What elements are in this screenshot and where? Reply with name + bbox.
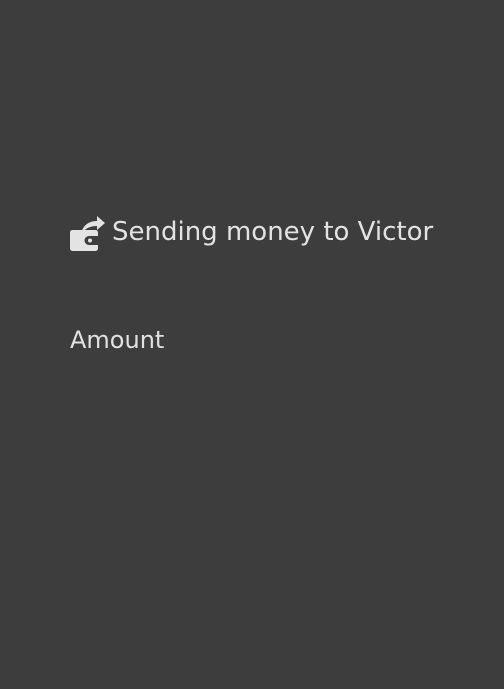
send-money-screen: Sending money to Victor Amount — [0, 0, 504, 689]
page-title: Sending money to Victor — [112, 217, 434, 247]
send-money-header: Sending money to Victor — [69, 212, 433, 252]
amount-label: Amount — [70, 326, 165, 354]
wallet-send-icon — [69, 212, 106, 252]
